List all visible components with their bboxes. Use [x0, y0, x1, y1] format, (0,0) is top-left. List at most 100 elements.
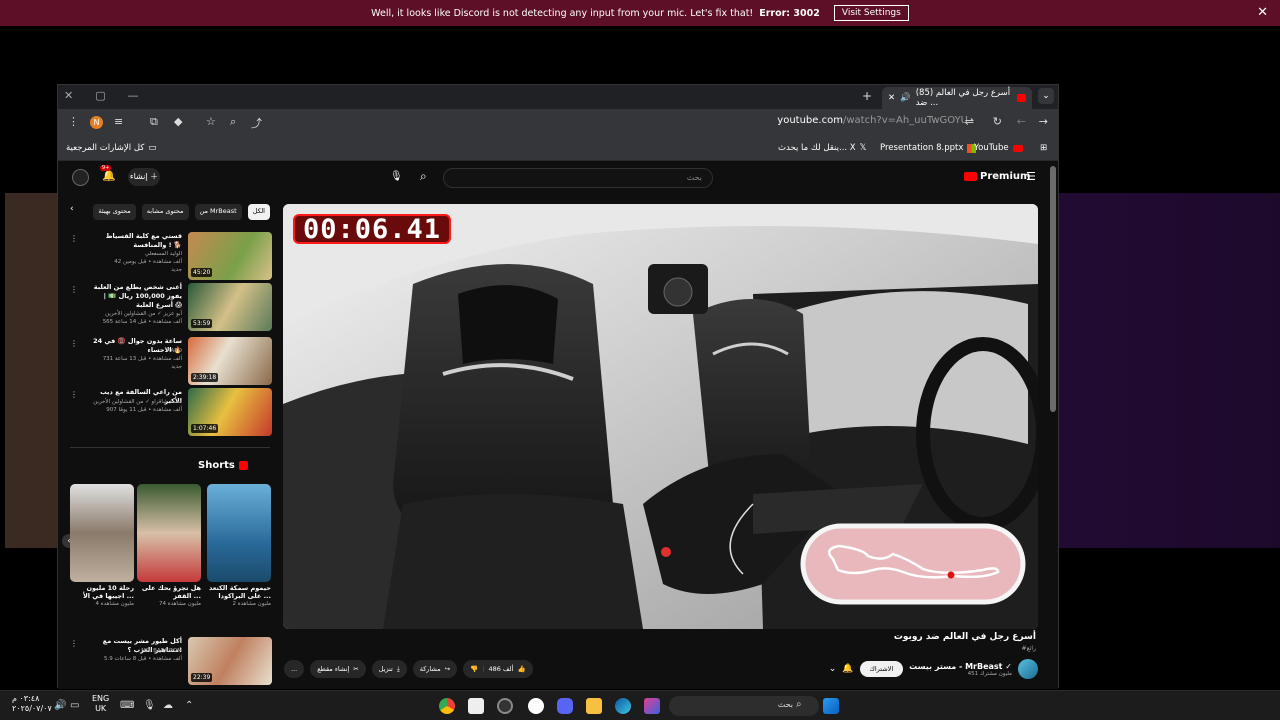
chrome-icon[interactable] [439, 698, 455, 714]
chevron-down-icon[interactable]: ⌄ [829, 664, 837, 674]
share-page-icon[interactable]: ⤴ [251, 115, 262, 131]
list-item[interactable]: ⋮ 1:07:46 من راعي السالفة مع ديب الأكبر … [70, 388, 272, 436]
video-thumbnail[interactable]: 2:39:18 [188, 337, 272, 385]
address-bar[interactable]: youtube.com/watch?v=Ah_uuTwGOYU [777, 115, 968, 126]
more-icon[interactable]: ⋮ [70, 285, 78, 294]
bookmark-x[interactable]: ينقل لك ما يحدث... X𝕏 [778, 143, 867, 153]
extensions-icon[interactable]: ⧉ [150, 115, 158, 129]
bell-icon[interactable]: 🔔 [842, 664, 853, 674]
more-actions-button[interactable]: ... [284, 660, 305, 678]
dislike-icon[interactable]: 👎 [470, 665, 478, 673]
channel-avatar[interactable] [1018, 659, 1038, 679]
create-button[interactable]: إنشاء ＋ [128, 168, 160, 186]
search-input[interactable]: بحث [443, 168, 713, 188]
guide-menu-icon[interactable]: ☰ [1026, 170, 1036, 183]
discord-icon[interactable] [557, 698, 573, 714]
video-thumbnail[interactable]: 1:07:46 [188, 388, 272, 436]
like-dislike-button[interactable]: 👎 | 486 ألف 👍 [463, 660, 533, 678]
page-scrollbar[interactable] [1050, 166, 1056, 412]
channel-name[interactable]: مستر بيست - MrBeast ✓ [909, 662, 1012, 671]
all-bookmarks-label: كل الإشارات المرجعية [66, 143, 145, 153]
subscribe-button[interactable]: الاشتراك [859, 661, 904, 677]
file-explorer-icon[interactable] [586, 698, 602, 714]
video-hashtag[interactable]: #رائع [1022, 645, 1036, 652]
chip-0[interactable]: الكل [247, 204, 270, 220]
video-thumbnail[interactable]: 53:59 [188, 283, 272, 331]
copilot-icon[interactable] [644, 698, 660, 714]
short-caption[interactable]: حيموم سمكة الكنعد على البراكودا ... 2 ملي… [207, 584, 271, 608]
more-icon[interactable]: ⋮ [70, 234, 78, 243]
video-title[interactable]: قستي مع كلبة القسياط والمنافسة ! 🐕 [90, 232, 182, 250]
clock[interactable]: ٠٣:٤٨ م ٢٠٢٥/٠٧/٠٧ [12, 694, 52, 714]
edge-icon[interactable] [615, 698, 631, 714]
tab-search-icon[interactable]: ⌄ [1038, 88, 1054, 104]
cloud-icon[interactable]: ☁ [163, 700, 173, 711]
minimize-window-icon[interactable]: — [128, 89, 139, 102]
zoom-icon[interactable]: ⌕ [230, 115, 236, 129]
bookmark-star-icon[interactable]: ☆ [206, 115, 216, 128]
chips-back-icon[interactable]: ‹ [70, 204, 74, 220]
language-indicator[interactable]: ENG UK [92, 694, 109, 714]
tab-youtube[interactable]: ✕ 🔊 (85) أسرع رجل في العالم ضد ... [882, 87, 1032, 109]
download-button[interactable]: تنزيل ⤓ [371, 660, 407, 678]
keyboard-icon[interactable]: ⌨ [120, 700, 134, 711]
bookmark-pptx[interactable]: Presentation 8.pptx [880, 143, 977, 153]
duration: 45:20 [191, 268, 213, 277]
clip-button[interactable]: إنشاء مقطع ✂ [310, 660, 366, 678]
list-item[interactable]: ⋮ 53:59 أغنى شخص يطلع من العلبة يفوز 100… [70, 283, 272, 331]
short-thumbnail[interactable] [137, 484, 201, 582]
youtube-premium-logo[interactable]: Premium [964, 171, 1030, 182]
short-thumbnail[interactable] [207, 484, 271, 582]
apps-grid-icon[interactable]: ⊞ [1040, 143, 1047, 153]
back-icon[interactable]: ← [1017, 115, 1026, 128]
search-button[interactable]: ⌕ [420, 169, 427, 184]
menu-icon[interactable]: ⋮ [68, 115, 79, 128]
close-icon[interactable]: ✕ [1257, 5, 1268, 20]
network-icon[interactable]: ▭ [70, 700, 79, 711]
list-item[interactable]: ⋮ 45:20 قستي مع كلبة القسياط والمنافسة !… [70, 232, 272, 280]
share-button[interactable]: مشاركة ↪ [412, 660, 458, 678]
reload-icon[interactable]: ↻ [993, 115, 1002, 128]
more-icon[interactable]: ⋮ [70, 639, 78, 648]
microphone-icon[interactable]: 🎙 [143, 700, 156, 711]
chip-1[interactable]: من MrBeast [194, 204, 242, 220]
tab-close-icon[interactable]: ✕ [882, 93, 895, 103]
short-caption[interactable]: رحلة 10 مليون اجيبها في الأ ... 4 مليون م… [70, 584, 134, 608]
profile-avatar[interactable]: N [90, 116, 103, 129]
video-thumbnail[interactable]: 45:20 [188, 232, 272, 280]
maximize-window-icon[interactable]: ▢ [95, 89, 105, 102]
short-thumbnail[interactable] [70, 484, 134, 582]
video-thumbnail[interactable]: 22:39 [188, 637, 272, 685]
show-hidden-icons[interactable]: ⌃ [185, 700, 193, 711]
forward-icon[interactable]: → [1039, 115, 1048, 128]
windows-start-icon[interactable] [823, 698, 839, 714]
list-item[interactable]: ⋮ 2:39:18 24 ساعة بدون جوال 📵 في الاحساء… [70, 337, 272, 385]
site-settings-icon[interactable]: ⇌ [965, 115, 974, 128]
obs-icon[interactable] [497, 698, 513, 714]
video-title[interactable]: أغنى شخص يطلع من العلبة يفوز 100,000 ريا… [90, 283, 182, 310]
voice-search-icon[interactable]: 🎙 [390, 171, 403, 182]
media-icon[interactable]: ≡ [114, 115, 123, 128]
chip-3[interactable]: محتوى بهيئة [93, 204, 136, 220]
more-icon[interactable]: ⋮ [70, 390, 78, 399]
extension-diamond-icon[interactable]: ◆ [174, 115, 182, 128]
store-icon[interactable] [468, 698, 484, 714]
video-player[interactable]: 00:06.41 [283, 204, 1038, 629]
account-avatar[interactable] [72, 169, 89, 186]
settings-icon[interactable] [528, 698, 544, 714]
volume-icon[interactable]: 🔊 [54, 700, 66, 711]
like-icon[interactable]: 👍 [517, 665, 525, 673]
new-badge: جديد [171, 267, 182, 273]
more-icon[interactable]: ⋮ [70, 339, 78, 348]
close-window-icon[interactable]: ✕ [64, 89, 73, 102]
short-caption[interactable]: هل تجرؤ بحك على القفز ... 74 مليون مشاهدة [137, 584, 201, 608]
bookmark-youtube[interactable]: YouTube [974, 143, 1023, 153]
audio-icon[interactable]: 🔊 [900, 93, 911, 103]
all-bookmarks[interactable]: كل الإشارات المرجعية ▭ [66, 143, 156, 153]
new-tab-button[interactable]: + [862, 89, 872, 103]
list-item[interactable]: ⋮ 22:39 أكل طيور مشر بيست مع مشاهير العر… [70, 637, 272, 685]
visit-settings-button[interactable]: Visit Settings [833, 5, 909, 21]
folder-icon: ▭ [148, 143, 157, 153]
background-window-right [1059, 193, 1280, 548]
chip-2[interactable]: محتوى مشابه [141, 204, 189, 220]
